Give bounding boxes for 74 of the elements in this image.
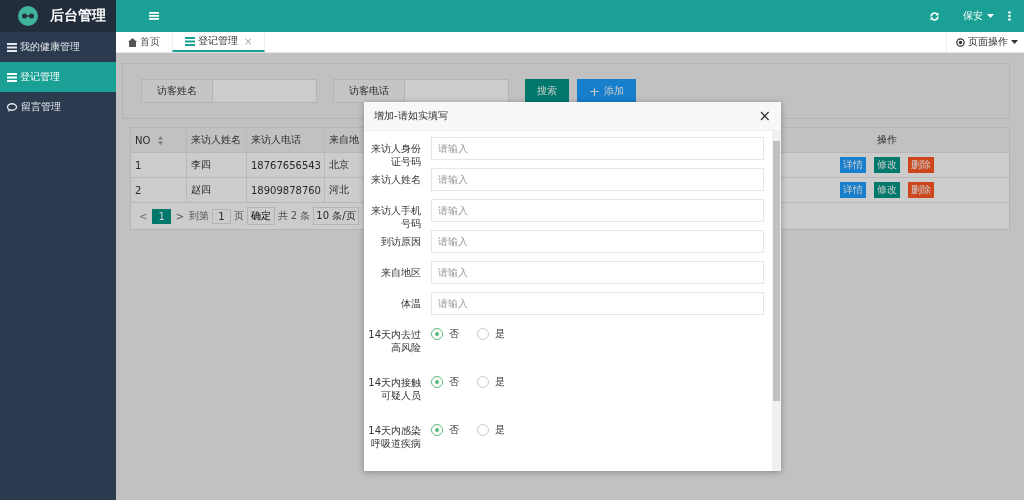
sidebar-item[interactable]: 登记管理	[0, 62, 116, 92]
input-field[interactable]: 请输入	[431, 137, 764, 160]
sidebar-item[interactable]: 我的健康管理	[0, 32, 116, 62]
column-header: 来访人电话	[247, 128, 325, 152]
sidebar-item[interactable]: 留言管理	[0, 92, 116, 122]
radio-label: 否	[449, 375, 459, 389]
app-title: 后台管理	[50, 7, 106, 25]
table-cell: 1	[131, 153, 187, 177]
input-field[interactable]: 请输入	[431, 230, 764, 253]
delete-button[interactable]: 删除	[907, 157, 934, 173]
input-field[interactable]	[213, 79, 317, 103]
list-icon	[185, 36, 195, 46]
more-icon	[1008, 11, 1011, 21]
list-icon	[7, 42, 17, 52]
next-page-button[interactable]: >	[173, 210, 187, 222]
radio-label: 否	[449, 423, 459, 437]
details-button[interactable]: 详情	[839, 157, 866, 173]
scrollbar[interactable]	[772, 131, 781, 471]
column-header: 操作	[875, 133, 898, 147]
column-header: NO	[131, 128, 187, 152]
edit-button[interactable]: 修改	[873, 182, 900, 198]
table-cell: 2	[131, 178, 187, 202]
page-input[interactable]: 1	[212, 208, 231, 224]
close-button[interactable]: ×	[758, 107, 771, 125]
goto-label: 到第	[189, 209, 210, 223]
field-label: 14天内去过高风险	[367, 328, 422, 354]
input-field[interactable]: 请输入	[431, 261, 764, 284]
field-label: 14天内感染呼吸道疾病	[367, 424, 422, 450]
confirm-button[interactable]: 确定	[246, 207, 275, 225]
input-field[interactable]: 请输入	[431, 292, 764, 315]
home-icon	[128, 37, 137, 47]
radio-label: 是	[495, 423, 505, 437]
radio-label: 是	[495, 327, 505, 341]
radio-label: 是	[495, 375, 505, 389]
field-label: 体温	[400, 297, 422, 310]
tab[interactable]: 首页	[116, 32, 172, 52]
field-label: 到访原因	[380, 235, 422, 248]
circle-icon	[956, 37, 965, 47]
chat-icon	[7, 102, 18, 112]
column-header: 来访人姓名	[187, 128, 247, 152]
page-actions-menu[interactable]: 页面操作	[946, 32, 1024, 52]
input-field[interactable]: 请输入	[431, 168, 764, 191]
close-button[interactable]: ×	[244, 35, 253, 47]
menu-icon	[149, 12, 159, 20]
caret-icon	[987, 14, 994, 18]
field-label: 来自地区	[380, 266, 422, 279]
input-field[interactable]: 请输入	[431, 199, 764, 222]
search-button[interactable]: 搜索	[525, 79, 569, 103]
refresh-icon	[930, 11, 939, 21]
page-size-select[interactable]: 10 条/页	[313, 207, 359, 225]
user-menu[interactable]: 保安	[956, 0, 1001, 32]
table-cell: 18767656543	[247, 153, 325, 177]
caret-icon	[1011, 40, 1018, 44]
table-cell: 赵四	[187, 178, 247, 202]
field-label: 访客电话	[333, 79, 405, 103]
radio-label: 否	[449, 327, 459, 341]
total-count: 共 2 条	[277, 209, 311, 223]
sort-icon	[158, 135, 164, 145]
field-label: 14天内接触可疑人员	[367, 376, 422, 402]
page-unit-label: 页	[233, 209, 244, 223]
table-cell: 李四	[187, 153, 247, 177]
list-icon	[7, 72, 17, 82]
delete-button[interactable]: 删除	[907, 182, 934, 198]
prev-page-button[interactable]: <	[137, 210, 150, 222]
page-button[interactable]: 1	[152, 208, 171, 224]
field-label: 来访人手机号码	[370, 204, 422, 230]
details-button[interactable]: 详情	[839, 182, 866, 198]
edit-button[interactable]: 修改	[873, 157, 900, 173]
table-cell: 18909878760	[247, 178, 325, 202]
input-field[interactable]	[405, 79, 509, 103]
add-button[interactable]: + 添加	[577, 79, 636, 103]
logo-icon	[18, 6, 38, 26]
field-label: 访客姓名	[141, 79, 213, 103]
dialog-title: 增加-请如实填写	[374, 109, 448, 123]
